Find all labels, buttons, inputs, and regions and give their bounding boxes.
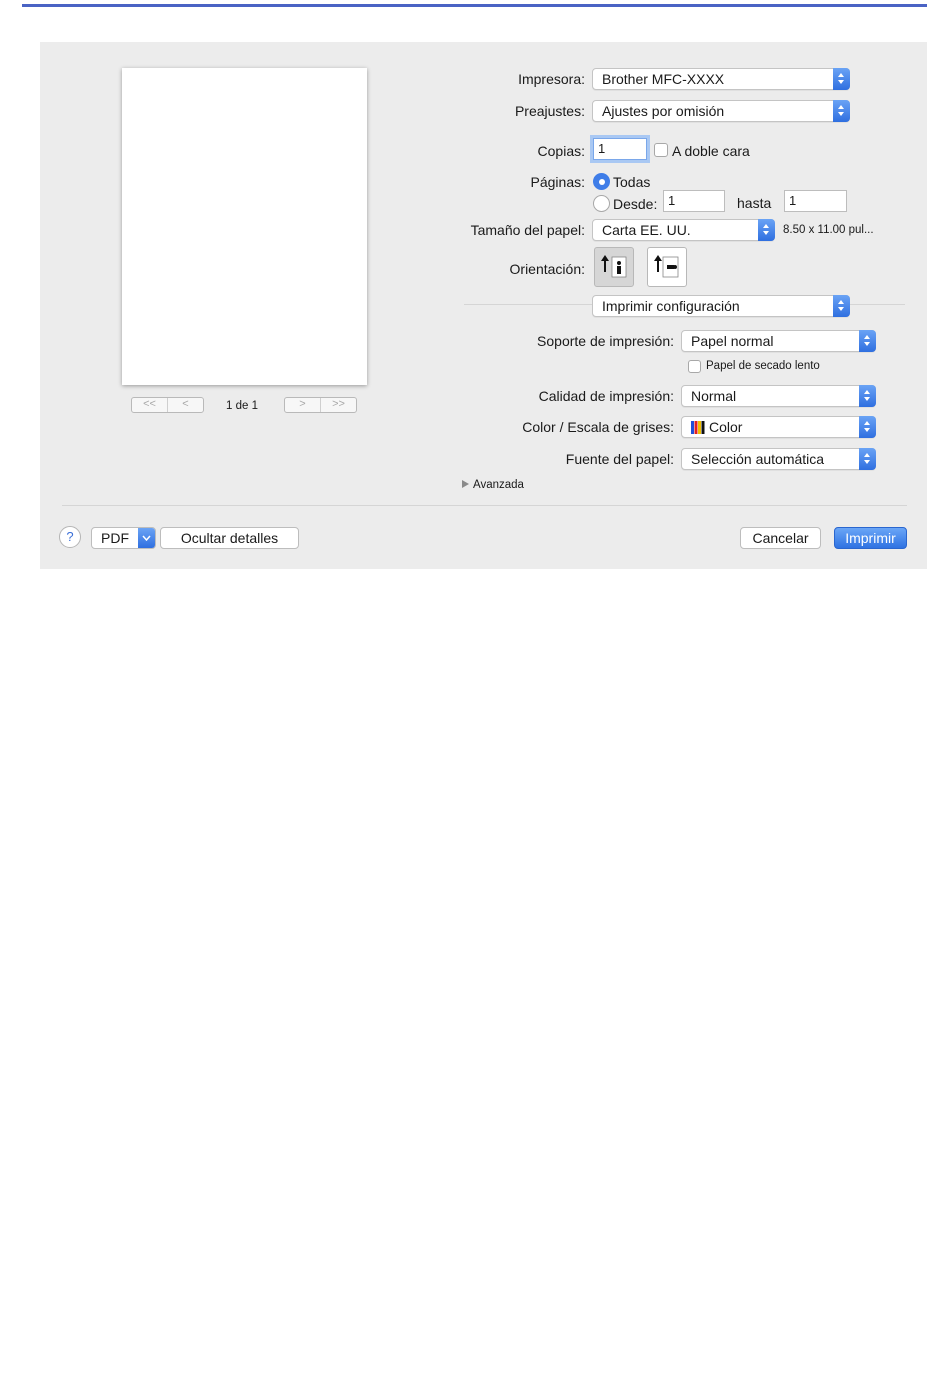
chevron-updown-icon xyxy=(859,385,876,407)
pages-to-label: hasta xyxy=(737,195,772,211)
color-mode-select[interactable]: Color xyxy=(681,416,876,438)
chevron-updown-icon xyxy=(833,295,850,317)
paper-size-value: Carta EE. UU. xyxy=(602,222,691,238)
pdf-label: PDF xyxy=(101,530,129,546)
media-type-value: Papel normal xyxy=(691,333,774,349)
orientation-label: Orientación: xyxy=(509,261,585,277)
duplex-checkbox[interactable] xyxy=(654,143,668,157)
top-rule xyxy=(22,4,927,7)
printer-label: Impresora: xyxy=(518,71,585,87)
pages-from-label: Desde: xyxy=(613,196,658,212)
hide-details-button[interactable]: Ocultar detalles xyxy=(160,527,299,549)
orientation-portrait-button[interactable] xyxy=(594,247,634,287)
paper-source-select[interactable]: Selección automática xyxy=(681,448,876,470)
pdf-menu-button[interactable]: PDF xyxy=(91,527,156,549)
printer-select[interactable]: Brother MFC-XXXX xyxy=(592,68,850,90)
paper-source-label: Fuente del papel: xyxy=(565,451,674,467)
duplex-label: A doble cara xyxy=(672,143,750,159)
printer-value: Brother MFC-XXXX xyxy=(602,71,725,87)
quality-select[interactable]: Normal xyxy=(681,385,876,407)
presets-select[interactable]: Ajustes por omisión xyxy=(592,100,850,122)
landscape-orientation-icon xyxy=(654,255,679,278)
color-mode-label: Color / Escala de grises: xyxy=(522,419,674,435)
footer-separator xyxy=(62,505,907,506)
copies-value: 1 xyxy=(598,141,606,156)
copies-field[interactable]: 1 xyxy=(593,138,647,160)
cancel-button[interactable]: Cancelar xyxy=(740,527,821,549)
copies-label: Copias: xyxy=(537,143,585,159)
advanced-label[interactable]: Avanzada xyxy=(473,479,524,491)
pages-to-value: 1 xyxy=(789,193,797,208)
pages-all-label: Todas xyxy=(613,174,651,190)
slow-dry-label: Papel de secado lento xyxy=(706,360,820,372)
print-dialog: << < 1 de 1 > >> Impresora: Brother MFC-… xyxy=(40,42,927,569)
preview-nav-back: << < xyxy=(131,397,204,413)
chevron-updown-icon xyxy=(859,416,876,438)
chevron-down-icon xyxy=(138,528,155,548)
chevron-updown-icon xyxy=(859,330,876,352)
page-counter: 1 de 1 xyxy=(226,400,258,412)
pages-to-field[interactable]: 1 xyxy=(784,190,847,212)
pages-from-field[interactable]: 1 xyxy=(663,190,725,212)
section-value: Imprimir configuración xyxy=(602,298,740,314)
color-mode-value: Color xyxy=(709,419,743,435)
color-bars-icon xyxy=(691,421,705,434)
portrait-orientation-icon xyxy=(601,255,627,278)
presets-label: Preajustes: xyxy=(514,103,585,119)
pages-all-radio[interactable] xyxy=(593,173,610,190)
slow-dry-checkbox[interactable] xyxy=(688,360,701,373)
presets-value: Ajustes por omisión xyxy=(602,103,725,119)
quality-label: Calidad de impresión: xyxy=(538,388,674,404)
media-type-select[interactable]: Papel normal xyxy=(681,330,876,352)
page-preview xyxy=(122,68,367,385)
help-button[interactable]: ? xyxy=(59,526,81,548)
prev-page-button[interactable]: < xyxy=(167,398,203,412)
preview-nav-forward: > >> xyxy=(284,397,357,413)
next-page-button[interactable]: > xyxy=(285,398,320,412)
chevron-updown-icon xyxy=(833,68,850,90)
pages-from-value: 1 xyxy=(668,193,676,208)
pages-label: Páginas: xyxy=(530,174,585,190)
paper-size-label: Tamaño del papel: xyxy=(470,222,585,238)
chevron-updown-icon xyxy=(758,219,775,241)
first-page-button[interactable]: << xyxy=(132,398,167,412)
paper-dimensions: 8.50 x 11.00 pul... xyxy=(783,224,874,236)
pages-from-radio[interactable] xyxy=(593,195,610,212)
disclosure-triangle-icon[interactable] xyxy=(462,480,469,488)
chevron-updown-icon xyxy=(859,448,876,470)
chevron-updown-icon xyxy=(833,100,850,122)
section-select[interactable]: Imprimir configuración xyxy=(592,295,850,317)
paper-source-value: Selección automática xyxy=(691,451,825,467)
print-button[interactable]: Imprimir xyxy=(834,527,907,549)
paper-size-select[interactable]: Carta EE. UU. xyxy=(592,219,775,241)
orientation-landscape-button[interactable] xyxy=(647,247,687,287)
last-page-button[interactable]: >> xyxy=(320,398,356,412)
quality-value: Normal xyxy=(691,388,737,404)
media-type-label: Soporte de impresión: xyxy=(537,333,674,349)
